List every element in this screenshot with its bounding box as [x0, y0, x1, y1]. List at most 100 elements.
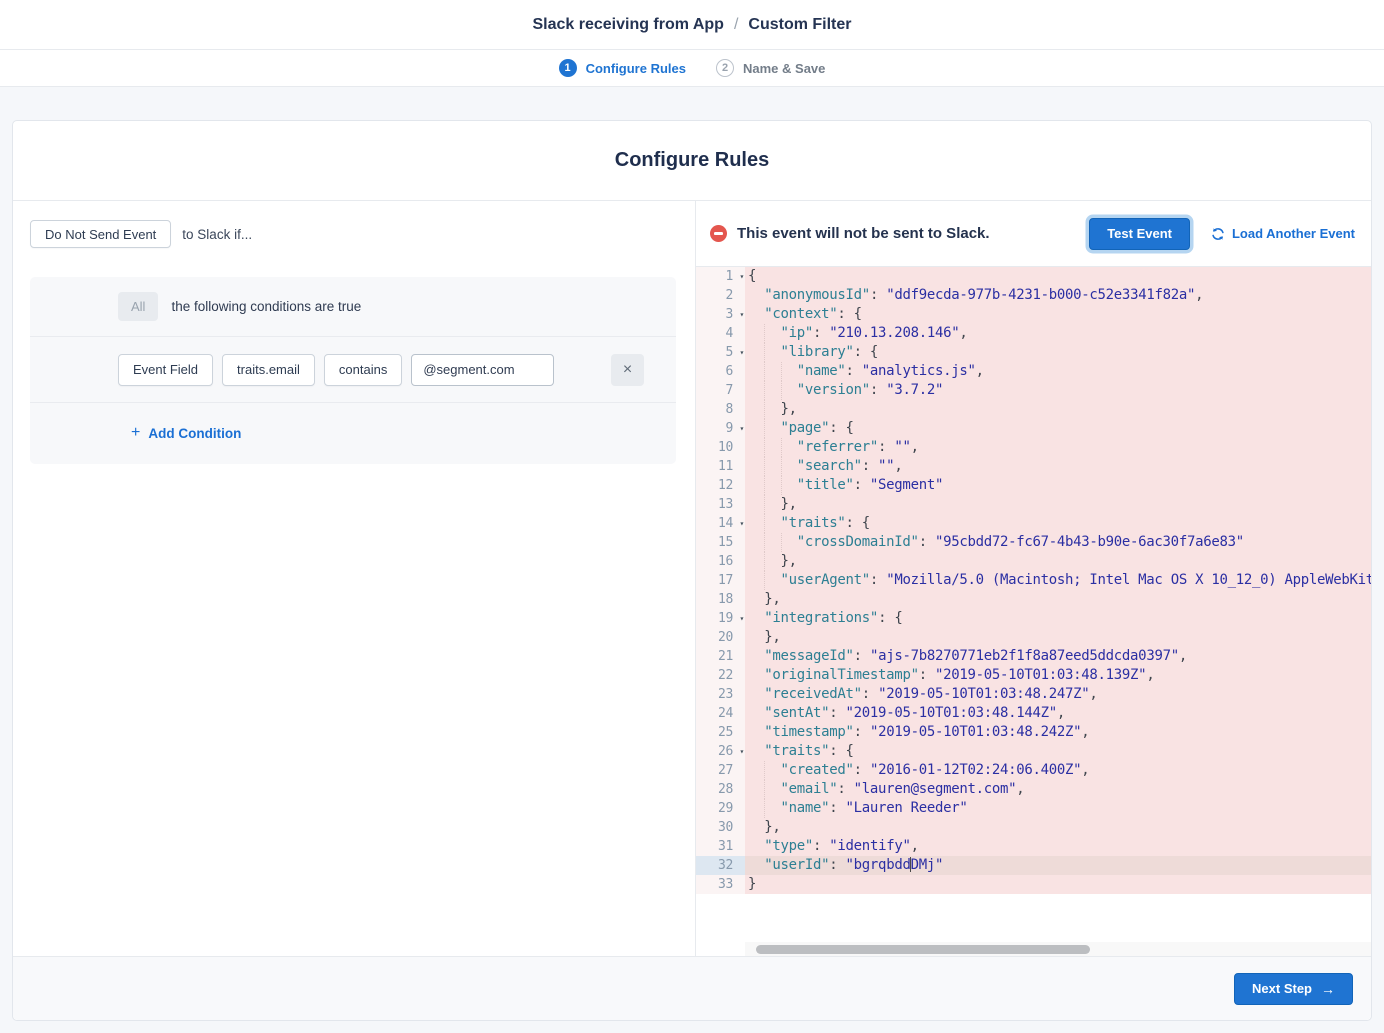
editor-line[interactable]: 8}, — [696, 400, 1371, 419]
fold-arrow-icon[interactable]: ▾ — [739, 267, 744, 286]
editor-line-number: 23 — [696, 685, 745, 704]
test-event-button[interactable]: Test Event — [1089, 218, 1190, 250]
editor-line-number: 12 — [696, 476, 745, 495]
editor-line[interactable]: 33} — [696, 875, 1371, 894]
editor-line[interactable]: 19▾"integrations": { — [696, 609, 1371, 628]
editor-line[interactable]: 31"type": "identify", — [696, 837, 1371, 856]
editor-code: "timestamp": "2019-05-10T01:03:48.242Z", — [745, 723, 1371, 742]
editor-line[interactable]: 28"email": "lauren@segment.com", — [696, 780, 1371, 799]
editor-line-number: 4 — [696, 324, 745, 343]
editor-line[interactable]: 21"messageId": "ajs-7b8270771eb2f1f8a87e… — [696, 647, 1371, 666]
editor-line-number: 14▾ — [696, 514, 745, 533]
json-event-editor[interactable]: 1▾{2"anonymousId": "ddf9ecda-977b-4231-b… — [696, 267, 1371, 956]
group-description: the following conditions are true — [171, 299, 361, 314]
load-another-event-link[interactable]: Load Another Event — [1211, 226, 1355, 241]
editor-line[interactable]: 5▾"library": { — [696, 343, 1371, 362]
editor-line[interactable]: 6"name": "analytics.js", — [696, 362, 1371, 381]
editor-code: "integrations": { — [745, 609, 1371, 628]
editor-line[interactable]: 11"search": "", — [696, 457, 1371, 476]
plus-icon: + — [131, 424, 140, 442]
editor-code: "context": { — [745, 305, 1371, 324]
editor-line-number: 7 — [696, 381, 745, 400]
editor-hscrollbar-track — [745, 942, 1371, 956]
filter-suffix-text: to Slack if... — [182, 227, 252, 242]
field-path-button[interactable]: traits.email — [222, 354, 315, 386]
step-configure-rules[interactable]: 1 Configure Rules — [559, 59, 686, 77]
card-body: Do Not Send Event to Slack if... All the… — [13, 201, 1371, 956]
editor-line-number: 32 — [696, 856, 745, 875]
editor-line-number: 8 — [696, 400, 745, 419]
editor-line-number: 2 — [696, 286, 745, 305]
filter-action-button[interactable]: Do Not Send Event — [30, 220, 171, 248]
editor-code: "crossDomainId": "95cbdd72-fc67-4b43-b90… — [745, 533, 1371, 552]
editor-code: "traits": { — [745, 742, 1371, 761]
fold-arrow-icon[interactable]: ▾ — [739, 514, 744, 533]
editor-line[interactable]: 29"name": "Lauren Reeder" — [696, 799, 1371, 818]
arrow-right-icon: → — [1321, 981, 1335, 997]
editor-line-number: 33 — [696, 875, 745, 894]
editor-code: "originalTimestamp": "2019-05-10T01:03:4… — [745, 666, 1371, 685]
editor-line[interactable]: 27"created": "2016-01-12T02:24:06.400Z", — [696, 761, 1371, 780]
breadcrumb-source[interactable]: Slack receiving from App — [532, 16, 723, 34]
fold-arrow-icon[interactable]: ▾ — [739, 419, 744, 438]
editor-line[interactable]: 18}, — [696, 590, 1371, 609]
preview-status-text: This event will not be sent to Slack. — [737, 225, 990, 242]
editor-line[interactable]: 14▾"traits": { — [696, 514, 1371, 533]
editor-code: "created": "2016-01-12T02:24:06.400Z", — [745, 761, 1371, 780]
editor-line[interactable]: 10"referrer": "", — [696, 438, 1371, 457]
editor-line[interactable]: 13}, — [696, 495, 1371, 514]
editor-code: "traits": { — [745, 514, 1371, 533]
fold-arrow-icon[interactable]: ▾ — [739, 305, 744, 324]
editor-line-number: 17 — [696, 571, 745, 590]
editor-line[interactable]: 17"userAgent": "Mozilla/5.0 (Macintosh; … — [696, 571, 1371, 590]
editor-line[interactable]: 26▾"traits": { — [696, 742, 1371, 761]
editor-line-number: 9▾ — [696, 419, 745, 438]
editor-code: "title": "Segment" — [745, 476, 1371, 495]
editor-code: }, — [745, 552, 1371, 571]
step-2-label: Name & Save — [743, 61, 825, 76]
filter-header: Do Not Send Event to Slack if... — [13, 201, 695, 248]
editor-line[interactable]: 25"timestamp": "2019-05-10T01:03:48.242Z… — [696, 723, 1371, 742]
step-name-save[interactable]: 2 Name & Save — [716, 59, 825, 77]
fold-arrow-icon[interactable]: ▾ — [739, 742, 744, 761]
editor-code: "library": { — [745, 343, 1371, 362]
editor-line-number: 15 — [696, 533, 745, 552]
breadcrumb-separator: / — [734, 16, 738, 34]
editor-line[interactable]: 15"crossDomainId": "95cbdd72-fc67-4b43-b… — [696, 533, 1371, 552]
editor-line-number: 5▾ — [696, 343, 745, 362]
condition-value-input[interactable] — [411, 354, 554, 386]
editor-line[interactable]: 3▾"context": { — [696, 305, 1371, 324]
add-condition-button[interactable]: + Add Condition — [131, 425, 241, 442]
editor-line-number: 25 — [696, 723, 745, 742]
editor-line-number: 19▾ — [696, 609, 745, 628]
editor-line[interactable]: 16}, — [696, 552, 1371, 571]
editor-line[interactable]: 12"title": "Segment" — [696, 476, 1371, 495]
editor-hscrollbar-thumb[interactable] — [756, 945, 1090, 954]
editor-line-number: 24 — [696, 704, 745, 723]
editor-line[interactable]: 4"ip": "210.13.208.146", — [696, 324, 1371, 343]
breadcrumb: Slack receiving from App / Custom Filter — [532, 16, 851, 34]
operator-button[interactable]: contains — [324, 354, 402, 386]
remove-condition-button[interactable]: × — [611, 354, 644, 386]
editor-line[interactable]: 24"sentAt": "2019-05-10T01:03:48.144Z", — [696, 704, 1371, 723]
editor-line[interactable]: 7"version": "3.7.2" — [696, 381, 1371, 400]
editor-line[interactable]: 22"originalTimestamp": "2019-05-10T01:03… — [696, 666, 1371, 685]
field-type-button[interactable]: Event Field — [118, 354, 213, 386]
next-step-button[interactable]: Next Step → — [1234, 973, 1353, 1005]
fold-arrow-icon[interactable]: ▾ — [739, 609, 744, 628]
group-operator-chip[interactable]: All — [118, 292, 158, 321]
editor-line[interactable]: 23"receivedAt": "2019-05-10T01:03:48.247… — [696, 685, 1371, 704]
editor-line[interactable]: 9▾"page": { — [696, 419, 1371, 438]
editor-line-number: 1▾ — [696, 267, 745, 286]
editor-line-number: 13 — [696, 495, 745, 514]
editor-line[interactable]: 32"userId": "bgrqbddDMj" — [696, 856, 1371, 875]
editor-line[interactable]: 30}, — [696, 818, 1371, 837]
editor-line[interactable]: 1▾{ — [696, 267, 1371, 286]
editor-code: "referrer": "", — [745, 438, 1371, 457]
editor-line[interactable]: 20}, — [696, 628, 1371, 647]
page-title: Configure Rules — [13, 121, 1371, 201]
editor-line-number: 27 — [696, 761, 745, 780]
editor-code: } — [745, 875, 1371, 894]
editor-line[interactable]: 2"anonymousId": "ddf9ecda-977b-4231-b000… — [696, 286, 1371, 305]
fold-arrow-icon[interactable]: ▾ — [739, 343, 744, 362]
